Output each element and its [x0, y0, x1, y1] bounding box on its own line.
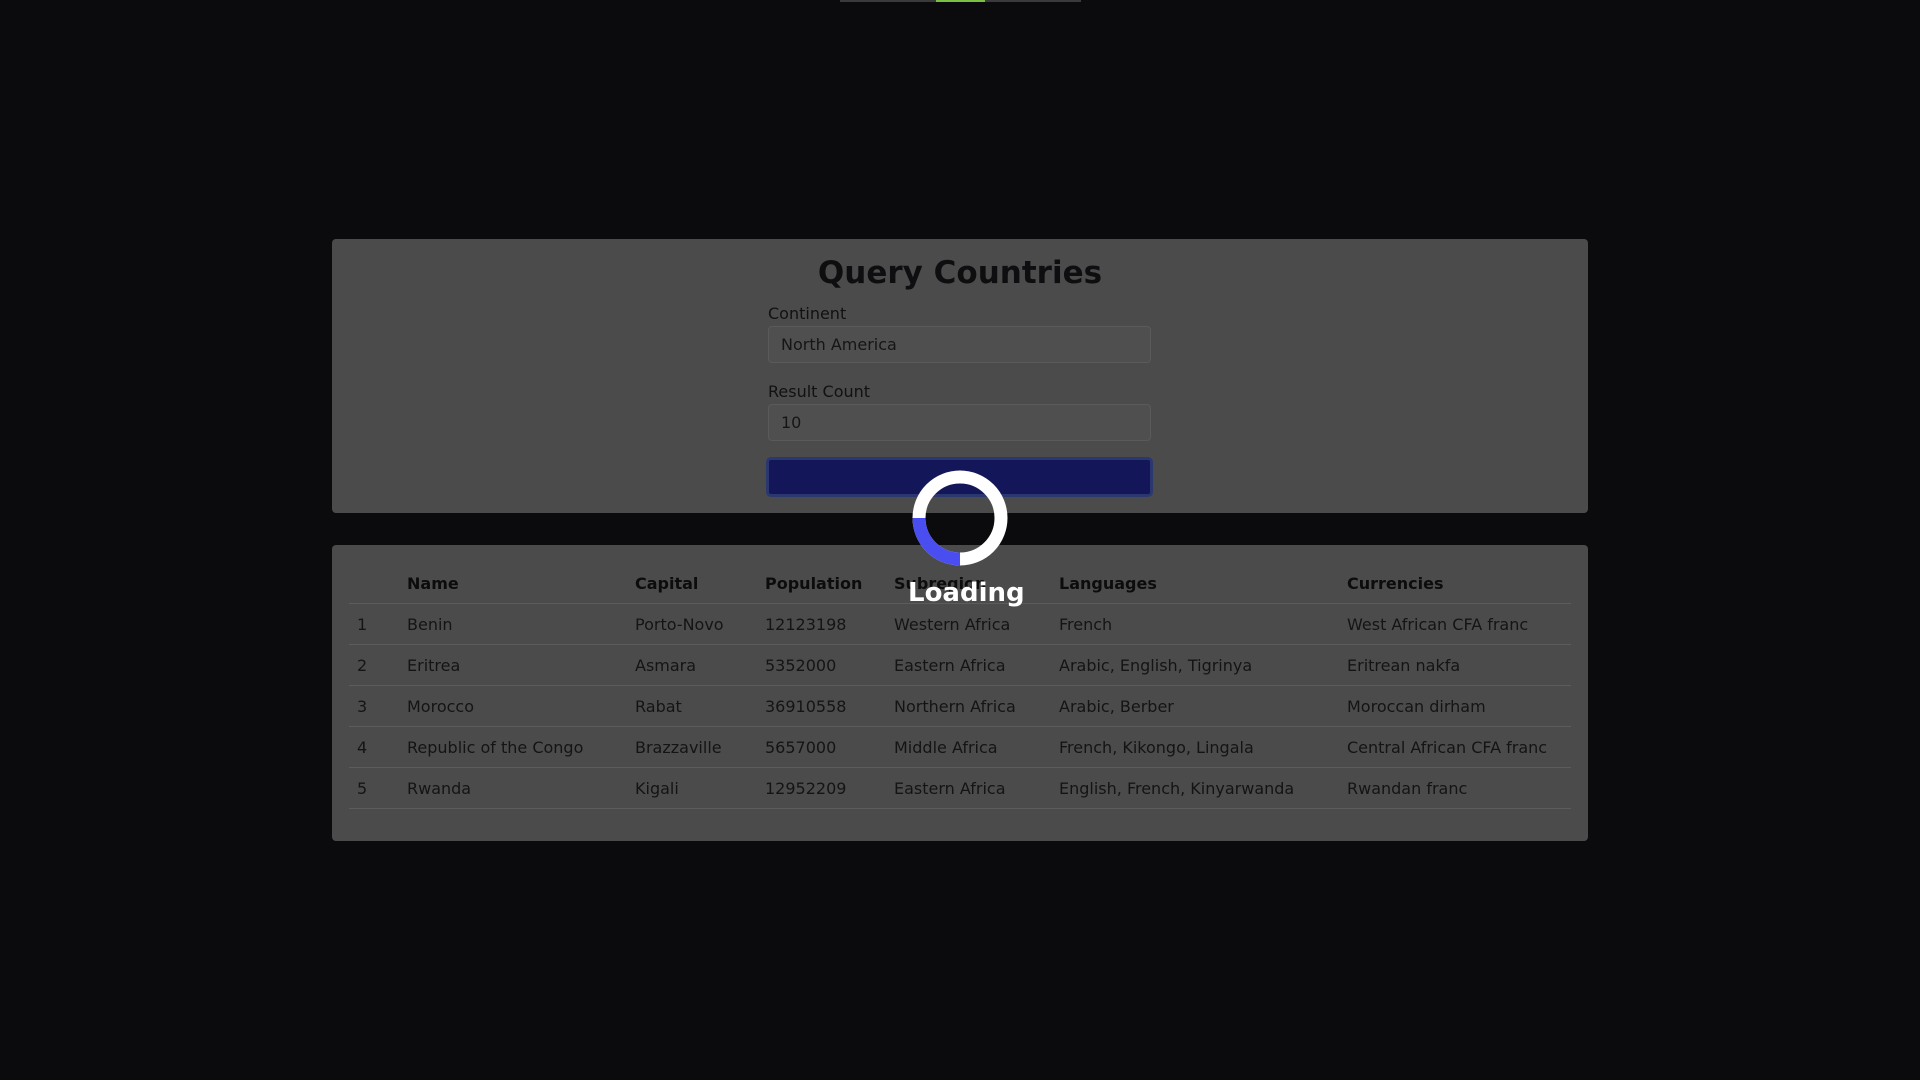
- cell-languages: Arabic, Berber: [1047, 685, 1335, 727]
- cell-name: Republic of the Congo: [395, 726, 623, 768]
- result-count-label: Result Count: [768, 382, 871, 401]
- page-title: Query Countries: [817, 255, 1103, 291]
- cell-population: 5352000: [753, 644, 882, 686]
- cell-capital: Porto-Novo: [623, 603, 753, 645]
- table-row: 4 Republic of the Congo Brazzaville 5657…: [349, 726, 1571, 768]
- header-index: [349, 563, 395, 604]
- top-progress-fill: [936, 0, 985, 2]
- top-progress-bar: [840, 0, 1081, 2]
- row-index: 5: [349, 767, 395, 809]
- row-index: 3: [349, 685, 395, 727]
- row-index: 2: [349, 644, 395, 686]
- loading-label: Loading: [908, 578, 1025, 608]
- cell-population: 5657000: [753, 726, 882, 768]
- table-row: 2 Eritrea Asmara 5352000 Eastern Africa …: [349, 644, 1571, 686]
- page: Query Countries Continent Result Count N…: [0, 0, 1920, 1080]
- cell-currencies: West African CFA franc: [1335, 603, 1571, 645]
- cell-subregion: Northern Africa: [882, 685, 1047, 727]
- cell-subregion: Eastern Africa: [882, 644, 1047, 686]
- cell-languages: English, French, Kinyarwanda: [1047, 767, 1335, 809]
- header-name: Name: [395, 563, 623, 604]
- table-row: 5 Rwanda Kigali 12952209 Eastern Africa …: [349, 767, 1571, 809]
- cell-subregion: Eastern Africa: [882, 767, 1047, 809]
- cell-capital: Kigali: [623, 767, 753, 809]
- cell-currencies: Central African CFA franc: [1335, 726, 1571, 768]
- cell-currencies: Rwandan franc: [1335, 767, 1571, 809]
- spinner-icon: [912, 470, 1008, 566]
- cell-languages: Arabic, English, Tigrinya: [1047, 644, 1335, 686]
- header-capital: Capital: [623, 563, 753, 604]
- table-row: 3 Morocco Rabat 36910558 Northern Africa…: [349, 685, 1571, 727]
- cell-population: 12952209: [753, 767, 882, 809]
- cell-name: Eritrea: [395, 644, 623, 686]
- cell-languages: French, Kikongo, Lingala: [1047, 726, 1335, 768]
- loading-overlay: Loading: [908, 468, 1025, 614]
- continent-input[interactable]: [768, 326, 1151, 363]
- continent-label: Continent: [768, 304, 847, 323]
- cell-population: 36910558: [753, 685, 882, 727]
- row-index: 1: [349, 603, 395, 645]
- cell-name: Benin: [395, 603, 623, 645]
- cell-capital: Rabat: [623, 685, 753, 727]
- cell-capital: Asmara: [623, 644, 753, 686]
- cell-population: 12123198: [753, 603, 882, 645]
- header-languages: Languages: [1047, 563, 1335, 604]
- cell-languages: French: [1047, 603, 1335, 645]
- header-population: Population: [753, 563, 882, 604]
- row-index: 4: [349, 726, 395, 768]
- cell-currencies: Eritrean nakfa: [1335, 644, 1571, 686]
- cell-name: Morocco: [395, 685, 623, 727]
- cell-currencies: Moroccan dirham: [1335, 685, 1571, 727]
- cell-subregion: Middle Africa: [882, 726, 1047, 768]
- cell-capital: Brazzaville: [623, 726, 753, 768]
- cell-name: Rwanda: [395, 767, 623, 809]
- header-currencies: Currencies: [1335, 563, 1571, 604]
- result-count-input[interactable]: [768, 404, 1151, 441]
